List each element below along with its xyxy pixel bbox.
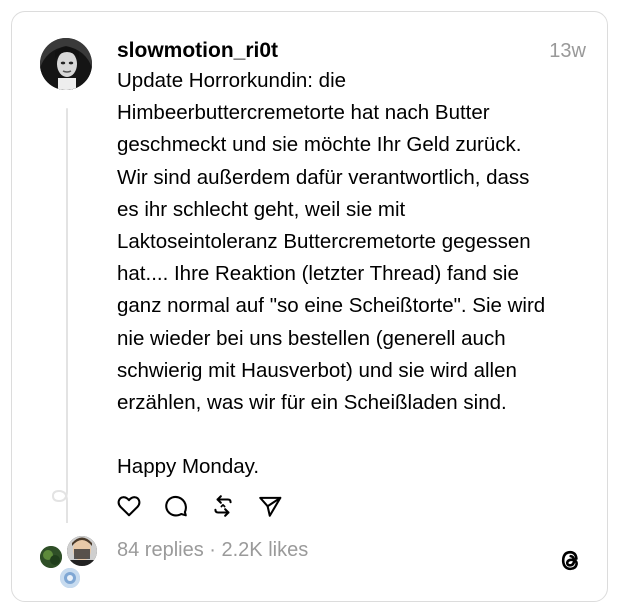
post-stats[interactable]: 84 replies · 2.2K likes bbox=[117, 539, 308, 562]
post-body-line: erzählen, was wir für ein Scheißladen si… bbox=[117, 391, 507, 415]
send-icon bbox=[259, 496, 282, 517]
post-body-line: Laktoseintoleranz Buttercremetorte geges… bbox=[117, 230, 531, 254]
replier-avatar bbox=[65, 534, 99, 568]
replier-avatar bbox=[58, 566, 82, 590]
post-timestamp: 13w bbox=[549, 40, 586, 62]
post-body-line: nie wieder bei uns bestellen (generell a… bbox=[117, 326, 506, 350]
post-body-line: Wir sind außerdem dafür verantwortlich, … bbox=[117, 165, 530, 189]
author-avatar[interactable] bbox=[40, 38, 92, 90]
post-actions bbox=[113, 490, 301, 522]
heart-icon bbox=[117, 496, 141, 517]
repost-icon bbox=[214, 495, 232, 517]
like-button[interactable] bbox=[113, 490, 145, 522]
post-body-line: Himbeerbuttercremetorte hat nach Butter bbox=[117, 101, 490, 125]
threads-logo-icon[interactable] bbox=[556, 546, 584, 574]
post-body-line: hat.... Ihre Reaktion (letzter Thread) f… bbox=[117, 262, 519, 286]
thread-connector-line bbox=[66, 108, 68, 488]
share-button[interactable] bbox=[254, 490, 286, 522]
post-body-line: Update Horrorkundin: die bbox=[117, 69, 347, 92]
repost-button[interactable] bbox=[207, 490, 239, 522]
post-body-line: es ihr schlecht geht, weil sie mit bbox=[117, 197, 406, 221]
post-body-line: schwierig mit Hausverbot) und sie wird a… bbox=[117, 358, 517, 382]
replier-avatars[interactable] bbox=[38, 534, 99, 590]
post-body-line: ganz normal auf "so eine Scheißtorte". S… bbox=[117, 294, 546, 318]
replier-avatar bbox=[38, 544, 64, 570]
post-body-line: geschmeckt und sie möchte Ihr Geld zurüc… bbox=[117, 133, 522, 157]
post-closing-line: Happy Monday. bbox=[117, 455, 260, 479]
thread-loop-icon bbox=[51, 483, 68, 523]
post-body: Update Horrorkundin: die Himbeerbuttercr… bbox=[117, 65, 587, 484]
comment-icon bbox=[165, 495, 187, 517]
author-username[interactable]: slowmotion_ri0t bbox=[117, 39, 278, 63]
reply-button[interactable] bbox=[160, 490, 192, 522]
